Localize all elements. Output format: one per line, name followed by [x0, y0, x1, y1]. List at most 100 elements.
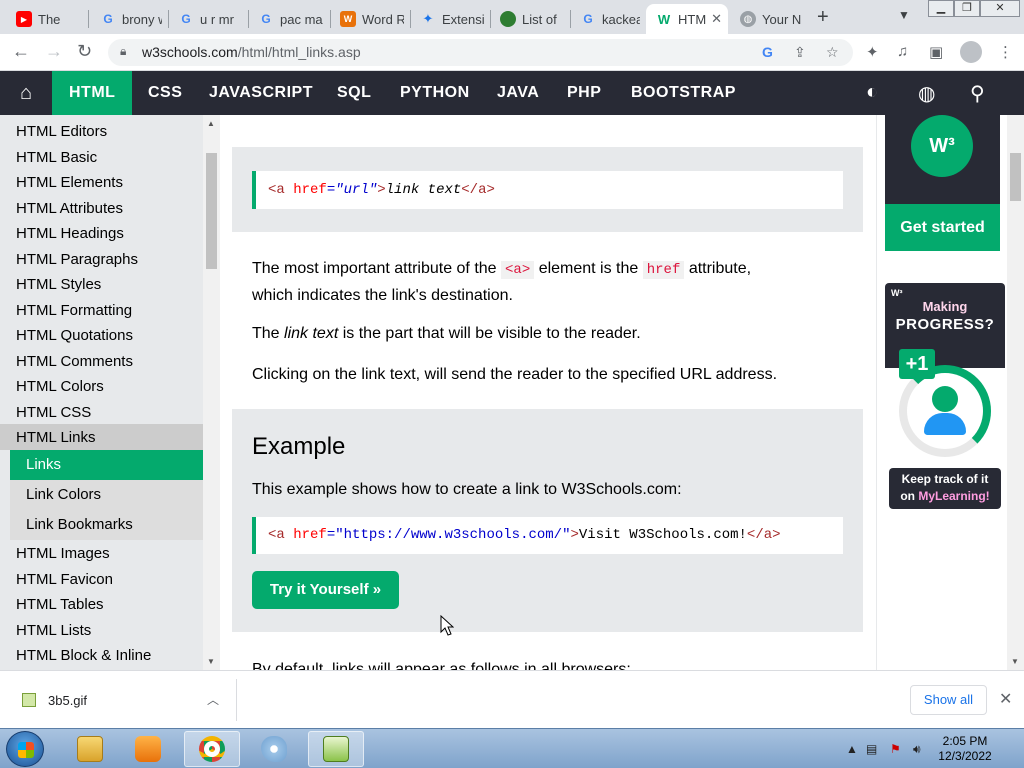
url-host: w3schools.com [142, 44, 238, 60]
sidebar-item[interactable]: HTML Lists [16, 622, 91, 639]
browser-tab[interactable]: G kackea [570, 4, 646, 34]
show-all-button[interactable]: Show all [910, 685, 987, 715]
dark-mode-icon[interactable]: ◐ [866, 81, 878, 104]
sidebar-item[interactable]: HTML Tables [16, 596, 104, 613]
nav-sql[interactable]: SQL [337, 71, 371, 115]
volume-icon[interactable]: 🔊︎ [913, 742, 921, 757]
sidebar-item[interactable]: HTML Editors [16, 123, 107, 140]
nav-python[interactable]: PYTHON [400, 71, 470, 115]
globe-icon[interactable]: ◍ [918, 81, 935, 106]
sidebar-subitem-links[interactable]: Links [10, 450, 203, 480]
minimize-button[interactable]: ▁ [928, 0, 954, 17]
sidebar-item[interactable]: HTML Elements [16, 174, 123, 191]
w3-certified-ad[interactable]: W³ [885, 115, 1000, 204]
browser-tab[interactable]: G brony w [90, 4, 168, 34]
sidebar-item[interactable]: HTML Paragraphs [16, 251, 138, 268]
windows-logo-icon [18, 742, 34, 758]
browser-tab[interactable]: W Word R [330, 4, 410, 34]
media-control-icon[interactable]: ♫ [897, 43, 908, 60]
sidebar-item-html-links[interactable]: HTML Links [16, 429, 95, 446]
close-icon[interactable]: ✕ [999, 689, 1012, 709]
extensions-puzzle-icon[interactable]: ✦ [866, 43, 879, 61]
browser-tab[interactable]: G u r mr [168, 4, 248, 34]
media-player-icon [135, 736, 161, 762]
leaf-icon [500, 11, 516, 27]
download-filename[interactable]: 3b5.gif [48, 693, 87, 708]
sidebar-item[interactable]: HTML Basic [16, 149, 97, 166]
start-button[interactable] [6, 731, 44, 767]
nav-bootstrap[interactable]: BOOTSTRAP [631, 71, 736, 115]
taskbar-media-player[interactable] [120, 731, 176, 767]
bookmark-star-icon[interactable]: ☆ [826, 44, 839, 61]
tab-search-chevron-icon[interactable]: ▼ [898, 8, 910, 22]
reload-icon[interactable]: ↻ [77, 41, 92, 62]
sidebar-scroll-thumb[interactable] [206, 153, 217, 269]
sidebar-item[interactable]: HTML Headings [16, 225, 124, 242]
close-tab-icon[interactable]: ✕ [711, 11, 722, 27]
sidebar-item[interactable]: HTML Block & Inline [16, 647, 151, 664]
system-clock[interactable]: 2:05 PM 12/3/2022 [930, 734, 1000, 764]
sidebar-scrollbar[interactable]: ▲ ▼ [203, 115, 220, 670]
action-center-icon[interactable]: ⚑ [890, 742, 901, 756]
maximize-button[interactable]: ❐ [954, 0, 980, 17]
scroll-down-arrow-icon[interactable]: ▼ [1011, 657, 1019, 666]
browser-tab[interactable]: ▶ The [6, 4, 92, 34]
taskbar-chrome[interactable] [184, 731, 240, 767]
sidebar-item[interactable]: HTML Favicon [16, 571, 113, 588]
browser-tab[interactable]: ◍ Your N [730, 4, 808, 34]
example-box: Example This example shows how to create… [232, 409, 863, 632]
sidebar-item[interactable]: HTML Images [16, 545, 110, 562]
scroll-up-arrow-icon[interactable]: ▲ [207, 119, 215, 128]
nav-css[interactable]: CSS [148, 71, 182, 115]
back-arrow-icon[interactable]: ← [12, 41, 30, 62]
close-window-button[interactable]: ✕ [980, 0, 1020, 17]
forward-arrow-icon[interactable]: → [45, 41, 63, 62]
sidebar-item[interactable]: HTML Comments [16, 353, 133, 370]
browser-tab-active[interactable]: W HTM ✕ [646, 4, 728, 34]
sidebar-item[interactable]: HTML Formatting [16, 302, 132, 319]
show-hidden-icons-icon[interactable]: ▲ [846, 742, 858, 756]
taskbar-explorer[interactable] [62, 731, 118, 767]
try-it-yourself-button[interactable]: Try it Yourself » [252, 571, 399, 609]
sidebar-item[interactable]: HTML Colors [16, 378, 104, 395]
sidebar-item[interactable]: HTML Quotations [16, 327, 133, 344]
mylearning-ad[interactable]: W³ Making PROGRESS? +1 Keep track of it … [885, 283, 1005, 510]
share-icon[interactable]: ⇪ [794, 44, 806, 61]
scroll-down-arrow-icon[interactable]: ▼ [207, 657, 215, 666]
sidebar-item[interactable]: HTML Attributes [16, 200, 123, 217]
nav-php[interactable]: PHP [567, 71, 601, 115]
taskbar-notepad[interactable] [308, 731, 364, 767]
nav-javascript[interactable]: JAVASCRIPT [209, 71, 313, 115]
home-icon[interactable]: ⌂ [0, 71, 52, 115]
nav-java[interactable]: JAVA [497, 71, 539, 115]
download-bar: 3b5.gif ︿ Show all ✕ [0, 670, 1024, 728]
paint-palette-icon [261, 736, 287, 762]
page-scroll-thumb[interactable] [1010, 153, 1021, 201]
nav-html[interactable]: HTML [52, 71, 133, 115]
chrome-icon [199, 736, 225, 762]
tutorial-sidebar: HTML Editors HTML Basic HTML Elements HT… [0, 115, 203, 670]
get-started-button[interactable]: Get started [885, 204, 1000, 251]
page-scrollbar[interactable]: ▼ [1007, 115, 1024, 670]
browser-tab[interactable]: ✦ Extensi [410, 4, 490, 34]
new-tab-button[interactable]: + [817, 6, 829, 29]
keep-track-label: Keep track of it on MyLearning! [889, 468, 1001, 509]
chevron-up-icon[interactable]: ︿ [207, 691, 219, 708]
sidebar-item[interactable]: HTML CSS [16, 404, 91, 421]
profile-avatar[interactable] [960, 41, 982, 63]
google-lens-icon[interactable]: G [762, 44, 773, 60]
kebab-menu-icon[interactable]: ⋮ [998, 43, 1013, 61]
network-icon[interactable]: ▤ [866, 742, 877, 756]
browser-tab[interactable]: G pac ma [248, 4, 330, 34]
search-icon[interactable]: ⚲ [970, 81, 985, 106]
taskbar-paint[interactable] [246, 731, 302, 767]
sidebar-subitem-link-bookmarks[interactable]: Link Bookmarks [10, 510, 203, 540]
browser-tab[interactable]: List of [490, 4, 570, 34]
notepad-icon [323, 736, 349, 762]
address-bar[interactable]: 🔒︎ w3schools.com/html/html_links.asp G ⇪… [108, 39, 853, 66]
main-content: <a href="url">link text</a> The most imp… [220, 115, 875, 670]
syntax-box: <a href="url">link text</a> [232, 147, 863, 232]
side-panel-icon[interactable]: ▣ [929, 43, 943, 61]
sidebar-subitem-link-colors[interactable]: Link Colors [10, 480, 203, 510]
sidebar-item[interactable]: HTML Styles [16, 276, 101, 293]
